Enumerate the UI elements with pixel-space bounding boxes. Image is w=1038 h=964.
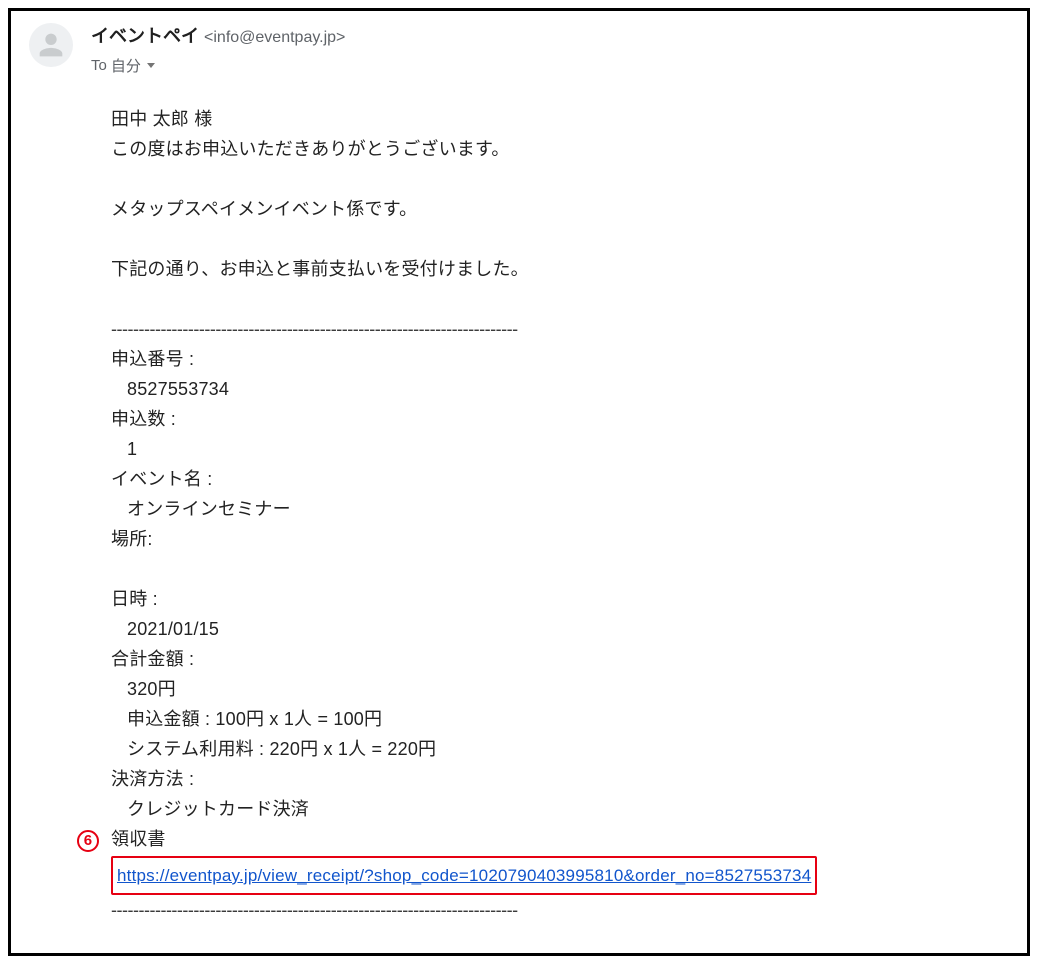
sender-line: イベントペイ <info@eventpay.jp> [91, 25, 345, 49]
email-frame: イベントペイ <info@eventpay.jp> To 自分 田中 太郎 様 … [8, 8, 1030, 956]
annotation-marker: 6 [77, 824, 99, 854]
sender-email: <info@eventpay.jp> [204, 29, 345, 46]
sender-name: イベントペイ [91, 26, 199, 46]
person-icon [34, 28, 68, 62]
receipt-link-highlight: https://eventpay.jp/view_receipt/?shop_c… [111, 856, 817, 895]
receipt-label: 領収書 [111, 829, 166, 849]
date-label: 日時 : [111, 584, 1009, 614]
to-recipient: 自分 [111, 55, 141, 76]
divider-line: ----------------------------------------… [111, 314, 1009, 344]
count-label: 申込数 : [111, 404, 1009, 434]
org-line: メタップスペイメンイベント係です。 [111, 194, 1009, 224]
closing-line: 当日のご参加、心よりお待ちしております。 [111, 955, 1009, 956]
email-header: イベントペイ <info@eventpay.jp> To 自分 [29, 23, 1009, 76]
divider-line-2: ----------------------------------------… [111, 895, 1009, 925]
received-line: 下記の通り、お申込と事前支払いを受付けました。 [111, 254, 1009, 284]
chevron-down-icon[interactable] [147, 63, 155, 68]
event-value: オンラインセミナー [111, 494, 1009, 524]
place-label: 場所: [111, 524, 1009, 554]
to-line[interactable]: To 自分 [91, 55, 345, 76]
annotation-marker-number: 6 [77, 830, 99, 852]
to-label: To [91, 57, 107, 74]
number-value: 8527553734 [111, 374, 1009, 404]
total-breakdown-1: 申込金額 : 100円 x 1人 = 100円 [111, 704, 1009, 734]
avatar[interactable] [29, 23, 73, 67]
number-label: 申込番号 : [111, 344, 1009, 374]
receipt-row: 6 領収書 [111, 824, 1009, 854]
thanks-line: この度はお申込いただきありがとうございます。 [111, 134, 1009, 164]
date-value: 2021/01/15 [111, 614, 1009, 644]
receipt-link[interactable]: https://eventpay.jp/view_receipt/?shop_c… [117, 866, 811, 885]
pay-label: 決済方法 : [111, 764, 1009, 794]
email-body: 田中 太郎 様 この度はお申込いただきありがとうございます。 メタップスペイメン… [111, 104, 1009, 956]
header-text: イベントペイ <info@eventpay.jp> To 自分 [91, 23, 345, 76]
greeting-name: 田中 太郎 様 [111, 104, 1009, 134]
total-value: 320円 [111, 674, 1009, 704]
total-label: 合計金額 : [111, 644, 1009, 674]
event-label: イベント名 : [111, 464, 1009, 494]
pay-value: クレジットカード決済 [111, 794, 1009, 824]
total-breakdown-2: システム利用料 : 220円 x 1人 = 220円 [111, 734, 1009, 764]
count-value: 1 [111, 434, 1009, 464]
